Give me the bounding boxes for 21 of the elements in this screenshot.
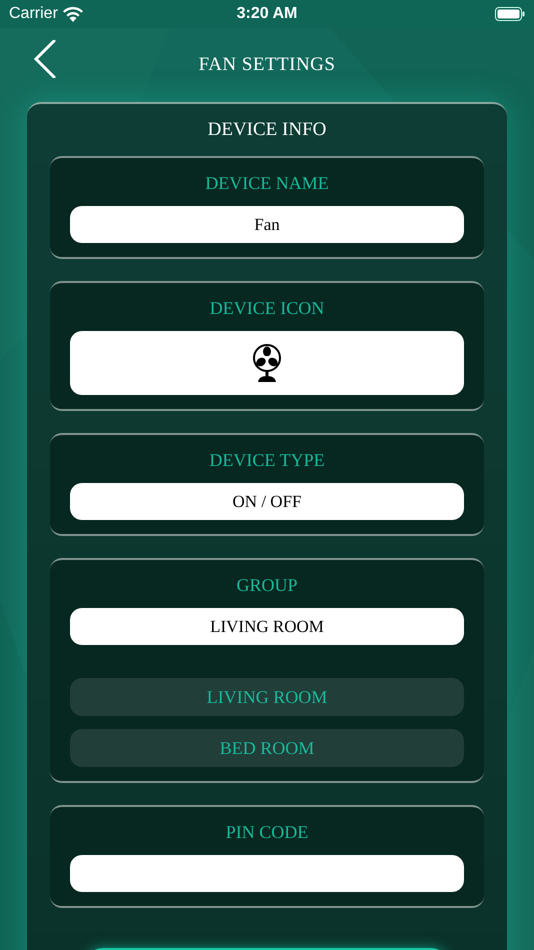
back-button[interactable] <box>34 40 58 78</box>
panel-title: DEVICE INFO <box>208 118 326 142</box>
input-field[interactable]: ON / OFF <box>70 483 464 520</box>
group-option[interactable]: BED ROOM <box>70 729 464 767</box>
status-time: 3:20 AM <box>236 4 298 24</box>
group-select[interactable]: LIVING ROOM <box>70 608 464 645</box>
section-label: DEVICE ICON <box>210 296 324 320</box>
section-label: DEVICE TYPE <box>209 448 325 472</box>
fan-icon <box>251 343 283 383</box>
screen-title: FAN SETTINGS <box>198 52 336 77</box>
section-label: GROUP <box>236 574 298 596</box>
wifi-icon <box>62 6 83 22</box>
input-field[interactable]: Fan <box>70 206 464 243</box>
icon-picker[interactable] <box>70 331 464 395</box>
carrier-label: Carrier <box>9 4 58 24</box>
section-label: DEVICE NAME <box>205 172 329 194</box>
back-chevron-icon <box>34 40 56 78</box>
group-option[interactable]: LIVING ROOM <box>70 678 464 716</box>
input-field[interactable] <box>70 855 464 892</box>
section-label: PIN CODE <box>226 820 308 844</box>
battery-icon <box>494 7 525 21</box>
